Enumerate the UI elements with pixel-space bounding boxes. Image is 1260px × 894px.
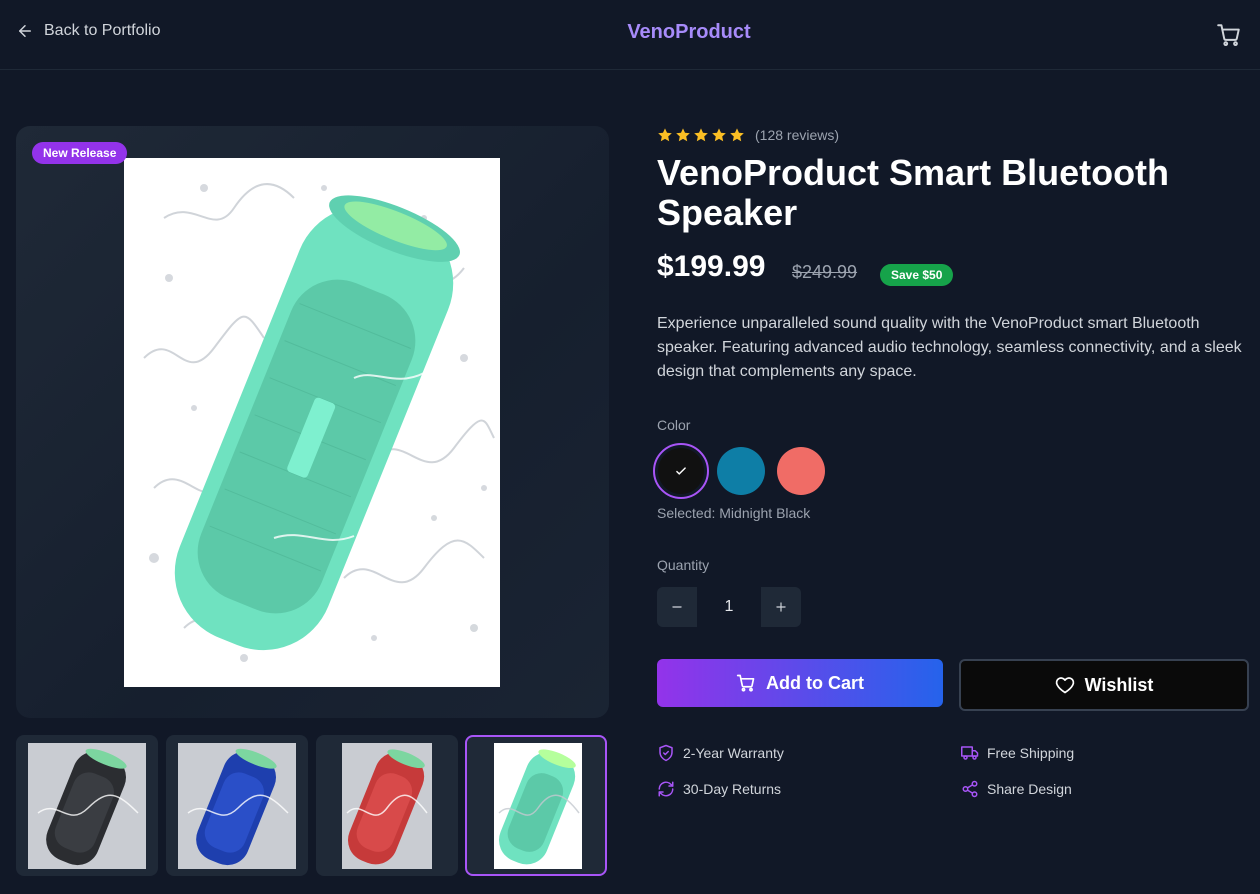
heart-icon [1055,677,1074,694]
thumbnail-image [178,743,296,869]
check-icon [676,467,686,475]
share-label: Share Design [987,781,1072,797]
back-link-label: Back to Portfolio [44,22,161,39]
wishlist-button[interactable]: Wishlist [959,659,1249,711]
feature-shipping: Free Shipping [961,744,1074,762]
product-description: Experience unparalleled sound quality wi… [657,315,1242,380]
product-price: $199.99 [657,250,766,283]
cart-button[interactable] [1214,20,1244,50]
share-design-button[interactable]: Share Design [961,780,1072,798]
star-icon [730,128,744,142]
color-swatch-black[interactable] [653,443,709,499]
thumbnail-red[interactable] [316,735,458,876]
back-to-portfolio-link[interactable]: Back to Portfolio [16,22,161,40]
review-count: (128 reviews) [755,127,840,143]
plus-icon [776,602,786,612]
top-header: Back to Portfolio VenoProduct [0,0,1260,70]
save-badge: Save $50 [880,264,954,286]
selected-color-text: Selected: Midnight Black [657,505,811,521]
share-icon [962,780,978,798]
color-swatch-coral[interactable] [777,447,825,495]
star-icon [712,128,726,142]
refresh-icon [658,781,674,797]
increase-quantity-button[interactable] [761,587,801,627]
minus-icon [672,606,682,608]
wishlist-label: Wishlist [1084,674,1154,695]
feature-warranty: 2-Year Warranty [657,744,784,762]
thumbnail-black[interactable] [16,735,158,876]
add-to-cart-button[interactable]: Add to Cart [657,659,943,707]
star-icon [658,128,672,142]
feature-returns: 30-Day Returns [657,780,781,798]
quantity-stepper: 1 [657,587,801,627]
add-to-cart-label: Add to Cart [766,672,864,693]
shopping-cart-icon [1217,24,1240,47]
shield-check-icon [659,744,673,762]
quantity-input[interactable]: 1 [697,587,761,627]
original-price: $249.99 [792,262,858,282]
thumbnail-image [342,743,432,869]
shopping-cart-icon [736,674,755,692]
rating: (128 reviews) [657,127,839,143]
shipping-label: Free Shipping [987,745,1075,761]
returns-label: 30-Day Returns [683,781,782,797]
star-icon [676,128,690,142]
thumbnail-image [494,743,582,869]
arrow-left-icon [19,25,31,37]
truck-icon [961,746,979,760]
star-icon [694,128,708,142]
quantity-label: Quantity [657,557,710,573]
main-product-image [124,158,500,687]
product-title: VenoProduct Smart Bluetooth Speaker [657,152,1170,233]
decrease-quantity-button[interactable] [657,587,697,627]
color-label: Color [657,417,691,433]
warranty-label: 2-Year Warranty [683,745,784,761]
color-swatch-blue[interactable] [717,447,765,495]
thumbnail-image [28,743,146,869]
thumbnail-teal[interactable] [465,735,607,876]
new-release-badge: New Release [32,142,128,164]
brand-logo[interactable]: VenoProduct [627,21,750,43]
thumbnail-blue[interactable] [166,735,308,876]
